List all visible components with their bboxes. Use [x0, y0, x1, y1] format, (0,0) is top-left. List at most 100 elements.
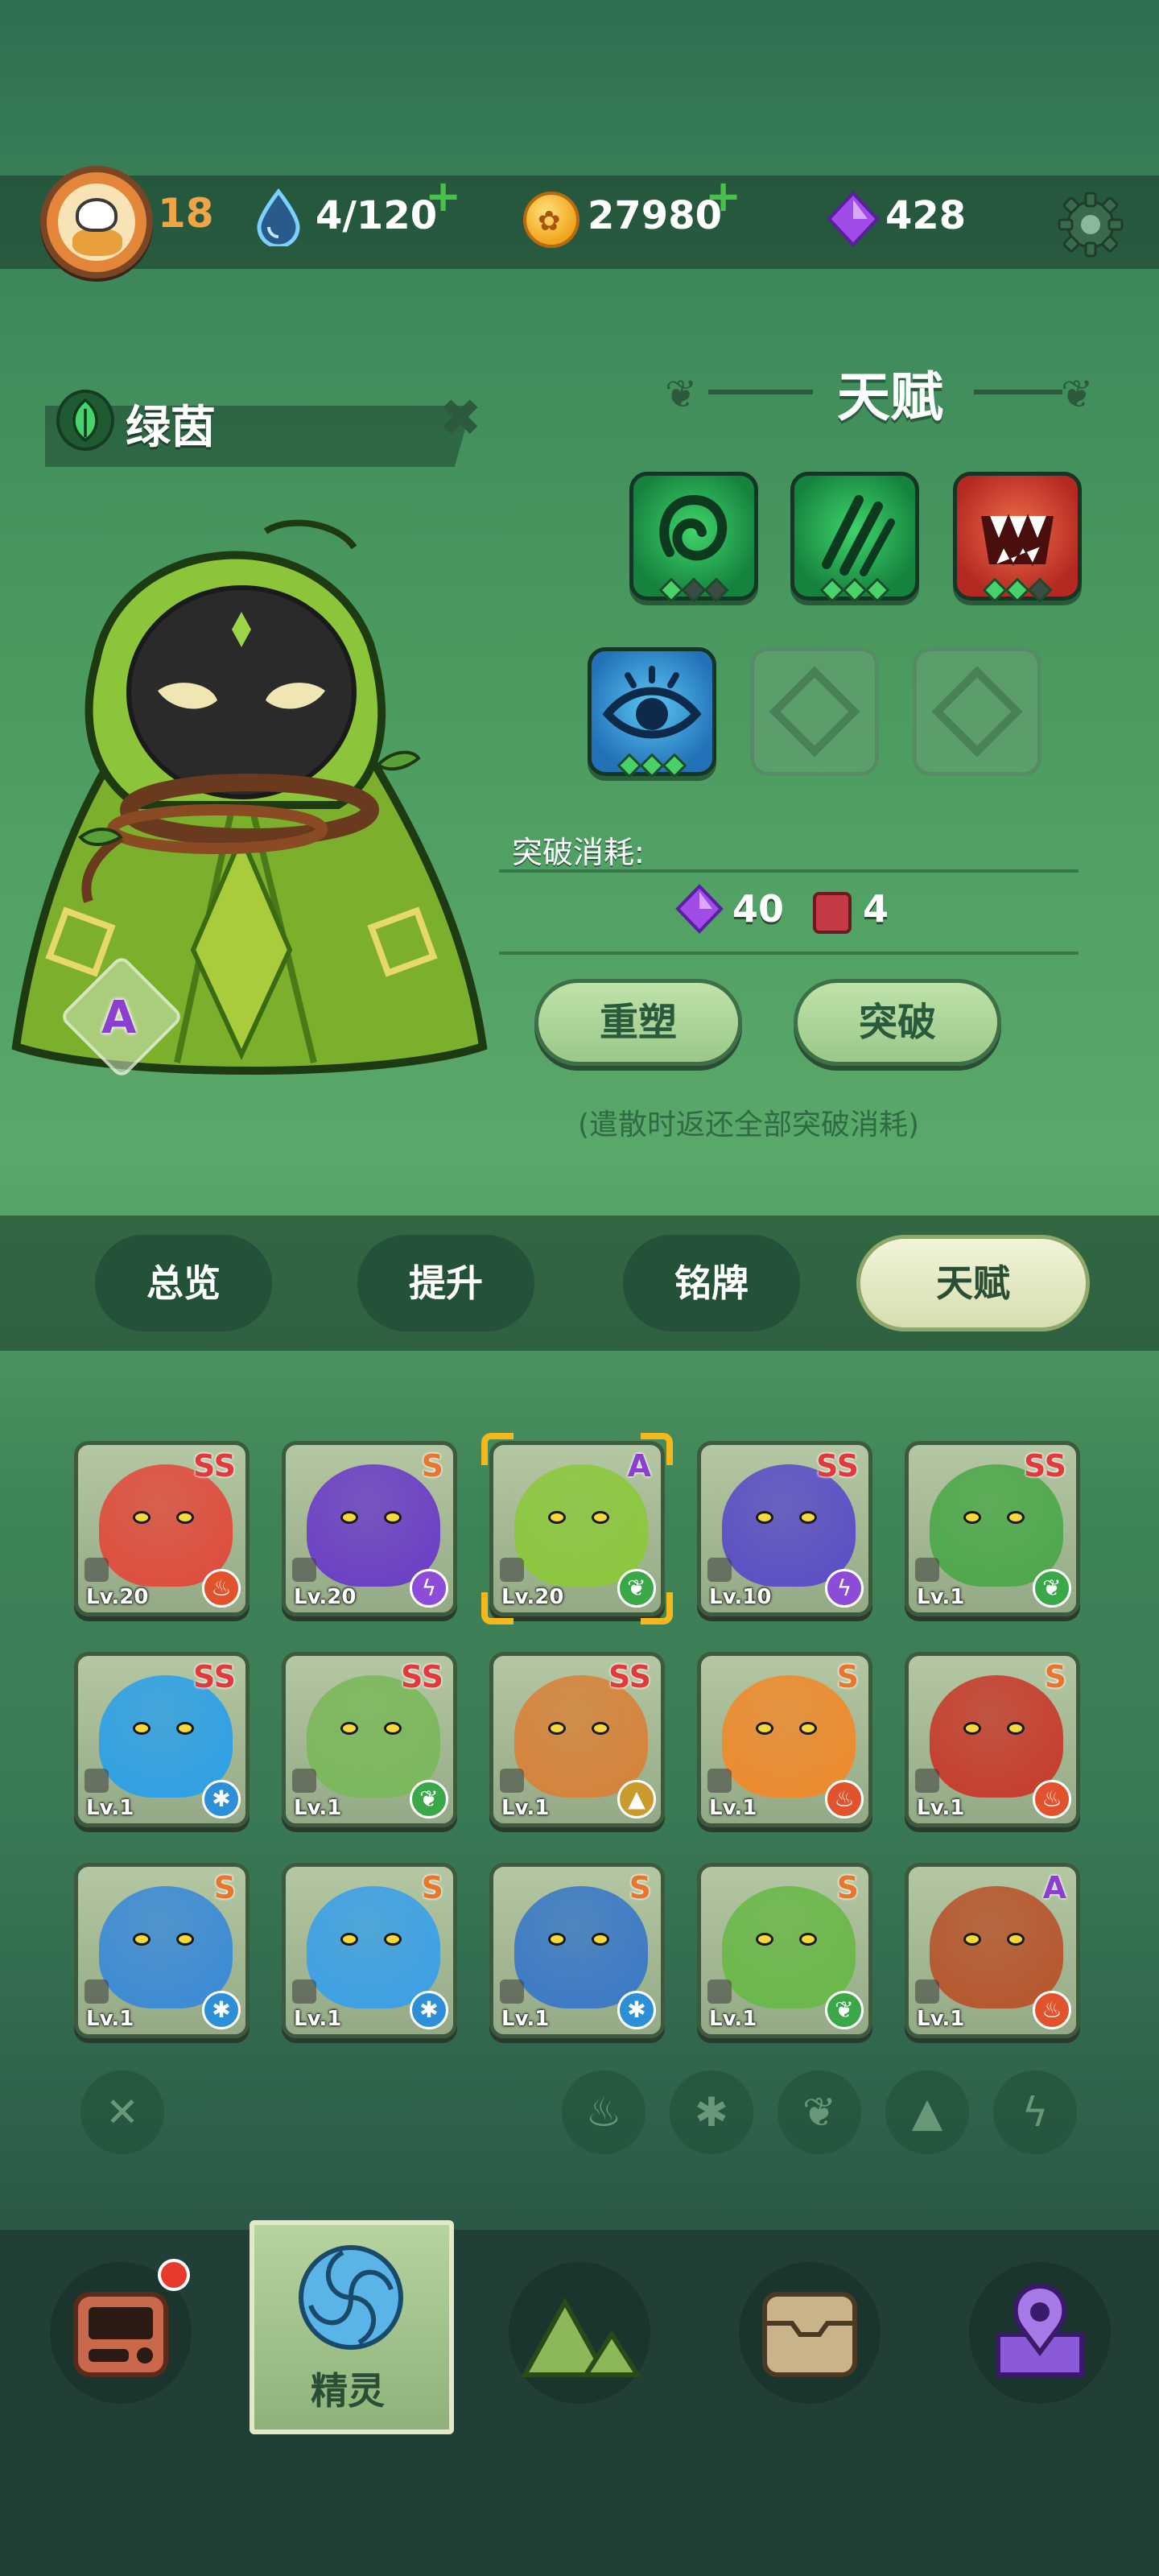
monster-portrait — [307, 1464, 440, 1587]
add-coins-button[interactable]: + — [705, 171, 741, 221]
lock-icon — [85, 1979, 109, 2004]
monster-rank: SS — [192, 1659, 236, 1695]
bolt-element-icon: ϟ — [410, 1569, 448, 1608]
monster-card[interactable]: SS Lv.1 ✱ — [74, 1652, 250, 1827]
avatar-icon — [58, 184, 135, 261]
monster-rank: S — [213, 1870, 236, 1905]
nav-bag[interactable] — [739, 2262, 881, 2404]
monster-rank: S — [629, 1870, 651, 1905]
monster-rank: A — [1042, 1870, 1066, 1905]
monster-rank: SS — [400, 1659, 443, 1695]
lock-icon — [707, 1979, 732, 2004]
tab-talent[interactable]: 天赋 — [856, 1235, 1090, 1331]
monster-card[interactable]: S Lv.1 ♨ — [697, 1652, 872, 1827]
lock-icon — [915, 1558, 939, 1582]
talent-slot-empty — [750, 647, 879, 776]
monster-rank: S — [836, 1659, 859, 1695]
map-pin-icon — [996, 2283, 1084, 2377]
spirit-icon — [299, 2245, 403, 2350]
fire-filter-icon[interactable]: ♨ — [562, 2070, 645, 2154]
fire-element-icon: ♨ — [1033, 1991, 1071, 2029]
monster-portrait — [99, 1886, 233, 2008]
leaf-filter-icon[interactable]: ❦ — [777, 2070, 861, 2154]
nav-adventure[interactable] — [509, 2262, 650, 2404]
fire-element-icon: ♨ — [1033, 1780, 1071, 1818]
energy-value: 4/120 — [316, 193, 438, 238]
monster-rank: S — [421, 1870, 443, 1905]
monster-rank: S — [421, 1448, 443, 1484]
tab-nameplate[interactable]: 铭牌 — [623, 1235, 800, 1331]
lock-icon — [292, 1769, 316, 1793]
cost-books: 4 — [863, 887, 889, 931]
earth-filter-icon[interactable]: ▲ — [885, 2070, 969, 2154]
monster-rank: S — [1044, 1659, 1066, 1695]
monster-card[interactable]: SS Lv.20 ♨ — [74, 1441, 250, 1616]
ice-element-icon: ✱ — [410, 1991, 448, 2029]
refund-note: (遣散时返还全部突破消耗) — [578, 1108, 920, 1141]
lock-icon — [500, 1979, 524, 2004]
monster-card[interactable]: A Lv.20 ❦ — [489, 1441, 665, 1616]
monster-rank: SS — [815, 1448, 859, 1484]
talent-stars — [588, 753, 716, 778]
bolt-filter-icon[interactable]: ϟ — [993, 2070, 1077, 2154]
monster-card[interactable]: S Lv.1 ✱ — [74, 1863, 250, 2038]
monster-level: Lv.1 — [917, 1796, 965, 1820]
monster-level: Lv.1 — [86, 1796, 134, 1820]
lock-icon — [500, 1769, 524, 1793]
monster-level: Lv.1 — [709, 1796, 757, 1820]
player-level: 18 — [158, 190, 214, 237]
monster-portrait — [930, 1675, 1063, 1798]
chest-icon — [762, 2292, 857, 2377]
leaf-element-icon: ❦ — [410, 1780, 448, 1818]
monster-level: Lv.10 — [709, 1585, 772, 1609]
tab-overview[interactable]: 总览 — [95, 1235, 272, 1331]
monster-level: Lv.1 — [294, 2007, 342, 2031]
monster-card[interactable]: S Lv.1 ❦ — [697, 1863, 872, 2038]
empty-slot-icon — [931, 666, 1023, 758]
rank-letter: A — [101, 992, 137, 1044]
lock-icon — [500, 1558, 524, 1582]
monster-card[interactable]: S Lv.1 ✱ — [489, 1863, 665, 2038]
monster-level: Lv.20 — [86, 1585, 149, 1609]
talent-slot-empty — [913, 647, 1041, 776]
monster-card[interactable]: SS Lv.1 ▲ — [489, 1652, 665, 1827]
monster-card[interactable]: S Lv.1 ♨ — [905, 1652, 1080, 1827]
monster-card[interactable]: S Lv.1 ✱ — [282, 1863, 457, 2038]
notification-dot — [158, 2259, 190, 2291]
purple-gem-icon — [827, 191, 880, 247]
water-drop-icon — [257, 188, 300, 246]
monster-card[interactable]: SS Lv.1 ❦ — [282, 1652, 457, 1827]
fire-element-icon: ♨ — [825, 1780, 864, 1818]
lock-icon — [915, 1979, 939, 2004]
paw-coin-icon: ✿ — [523, 192, 580, 248]
ice-element-icon: ✱ — [202, 1780, 241, 1818]
ice-element-icon: ✱ — [202, 1991, 241, 2029]
monster-card[interactable]: S Lv.20 ϟ — [282, 1441, 457, 1616]
ice-filter-icon[interactable]: ✱ — [670, 2070, 753, 2154]
monster-level: Lv.1 — [917, 2007, 965, 2031]
clear-filter-icon[interactable]: ✕ — [80, 2070, 164, 2154]
ice-element-icon: ✱ — [617, 1991, 656, 2029]
reshape-button[interactable]: 重塑 — [534, 979, 742, 1066]
selection-bracket — [481, 1433, 514, 1465]
gear-icon[interactable] — [1056, 190, 1125, 259]
close-icon[interactable]: ✖ — [435, 393, 486, 444]
add-energy-button[interactable]: + — [425, 171, 461, 221]
nav-map[interactable] — [969, 2262, 1111, 2404]
monster-level: Lv.1 — [501, 1796, 550, 1820]
player-avatar[interactable] — [40, 166, 153, 279]
cost-gems: 40 — [732, 887, 785, 931]
book-icon — [813, 892, 852, 934]
monster-card[interactable]: SS Lv.1 ❦ — [905, 1441, 1080, 1616]
monster-card[interactable]: SS Lv.10 ϟ — [697, 1441, 872, 1616]
selection-bracket — [641, 1592, 673, 1624]
tab-upgrade[interactable]: 提升 — [357, 1235, 534, 1331]
monster-level: Lv.1 — [294, 1796, 342, 1820]
bolt-element-icon: ϟ — [825, 1569, 864, 1608]
mountain-icon — [520, 2297, 642, 2377]
breakthrough-button[interactable]: 突破 — [794, 979, 1001, 1066]
monster-portrait — [514, 1886, 648, 2008]
gem-value: 428 — [885, 193, 967, 238]
monster-card[interactable]: A Lv.1 ♨ — [905, 1863, 1080, 2038]
empty-slot-icon — [769, 666, 860, 758]
